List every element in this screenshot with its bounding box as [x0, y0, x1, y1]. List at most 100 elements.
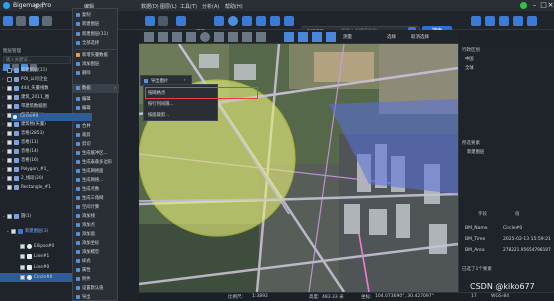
draw-point-icon[interactable]	[144, 32, 154, 42]
layer-checkbox[interactable]	[7, 140, 12, 145]
layer-search-input[interactable]: 输入关键词...	[3, 56, 71, 64]
menu-item-style[interactable]: 样式	[73, 257, 119, 266]
layer-checkbox[interactable]	[7, 77, 12, 82]
menu-item-new-vector[interactable]: 新增矢量数据	[73, 51, 119, 60]
menu-item-new-layer[interactable]: 新建图层	[73, 20, 119, 29]
layer-checkbox[interactable]	[7, 158, 12, 163]
screenshot-icon[interactable]	[485, 16, 495, 26]
menu-item-edit[interactable]: 编辑	[73, 95, 119, 104]
tree-row[interactable]: › Polygon_#1_	[0, 165, 74, 174]
layers-icon[interactable]	[284, 16, 294, 26]
tree-row[interactable]: › 音格(2853)	[0, 129, 74, 138]
redo-icon[interactable]	[298, 32, 308, 42]
menu-item-default[interactable]: 设置默认值	[73, 284, 119, 293]
tree-row[interactable]: › 建筑_2011_图	[0, 93, 74, 102]
menu-item-add-model[interactable]: 添加模型	[73, 248, 119, 257]
menu-tools[interactable]: 工具(T)	[180, 3, 197, 10]
tree-row[interactable]: ⌄ 圆(1)	[0, 212, 74, 221]
draw-text-icon[interactable]	[228, 32, 238, 42]
menu-help[interactable]: 帮助(H)	[225, 3, 243, 10]
cancel-select-label[interactable]: 取消选择	[411, 34, 429, 40]
terrain-icon[interactable]	[270, 16, 280, 26]
tree-row[interactable]: Circle#0	[0, 273, 74, 282]
layer-tool-icon[interactable]	[42, 16, 52, 26]
submenu-item-by-row-col[interactable]: 按行列间隔...	[148, 101, 174, 107]
layer-checkbox[interactable]	[7, 167, 12, 172]
draw-line-icon[interactable]	[158, 32, 168, 42]
layer-checkbox[interactable]	[7, 214, 12, 219]
tree-row[interactable]: Ellipse#0	[0, 242, 74, 251]
zoom-in-icon[interactable]	[176, 16, 186, 26]
select-label[interactable]: 选择	[387, 34, 396, 40]
menu-item-add-line[interactable]: 添加线	[73, 212, 119, 221]
tree-row[interactable]: › 音格(11)	[0, 138, 74, 147]
menu-layer[interactable]: 图层(L)	[160, 3, 177, 10]
layer-checkbox[interactable]	[7, 95, 12, 100]
settings-icon[interactable]	[527, 16, 537, 26]
fullscreen-icon[interactable]	[471, 16, 481, 26]
tree-row[interactable]: Line#1	[0, 252, 74, 261]
tree-row[interactable]: › 带建筑数据图	[0, 102, 74, 111]
layer-checkbox[interactable]	[20, 244, 25, 249]
attr-value[interactable]: 278221.95654798107	[503, 248, 551, 253]
layer-checkbox[interactable]	[7, 176, 12, 181]
attr-value[interactable]: Circle#0	[503, 226, 522, 231]
menu-item-spatial-calc[interactable]: 空间计算	[73, 203, 119, 212]
menu-item-properties[interactable]: 属性	[73, 266, 119, 275]
feature-layer-node[interactable]: 新建图层	[467, 149, 484, 155]
menu-item-add-coord[interactable]: 添加坐标	[73, 239, 119, 248]
layer-checkbox[interactable]	[7, 122, 12, 127]
pan-tool-icon[interactable]	[3, 16, 13, 26]
tree-row[interactable]: Line#0	[0, 263, 74, 272]
selected-feature-row[interactable]: Circle#0	[11, 113, 92, 121]
settings-gear-icon[interactable]	[29, 16, 39, 26]
arrow-tool-icon[interactable]	[16, 16, 26, 26]
print-icon[interactable]	[499, 16, 509, 26]
tree-row[interactable]: › 新建图层(11)	[0, 66, 74, 75]
menu-item-copy[interactable]: 复制	[73, 11, 119, 20]
layer-checkbox[interactable]	[20, 254, 25, 259]
layer-checkbox[interactable]	[11, 229, 16, 234]
draw-polygon-icon[interactable]	[172, 32, 182, 42]
draw-model-icon[interactable]	[256, 32, 266, 42]
admin-item-china[interactable]: 中国	[465, 56, 474, 62]
menu-item-voronoi[interactable]: 生成泰森多边形	[73, 158, 119, 167]
menu-item-delete[interactable]: 删除	[73, 69, 119, 78]
layer-checkbox[interactable]	[20, 265, 25, 270]
forward-icon[interactable]	[158, 16, 168, 26]
menu-item-edit-2[interactable]: 编辑	[73, 104, 119, 113]
globe-icon[interactable]	[228, 16, 238, 26]
menu-item-export[interactable]: 导出	[73, 293, 119, 301]
layer-checkbox[interactable]	[7, 149, 12, 154]
menu-item-data[interactable]: 数据 ›	[73, 84, 119, 93]
menu-item-merge[interactable]: 合并	[73, 122, 119, 131]
menu-item-grid-face[interactable]: 生成网格面	[73, 167, 119, 176]
tree-row[interactable]: › 2_线段(20)	[0, 174, 74, 183]
tree-row[interactable]: › POI_公司企业	[0, 75, 74, 84]
close-button[interactable]: ×	[546, 1, 554, 10]
undo-icon[interactable]	[284, 32, 294, 42]
tree-row[interactable]: ⌄ 新建图层(3)	[0, 227, 74, 236]
layer-checkbox[interactable]	[7, 131, 12, 136]
image-icon[interactable]	[256, 16, 266, 26]
menu-item-attachment[interactable]: 附件	[73, 275, 119, 284]
draw-rectangle-icon[interactable]	[186, 32, 196, 42]
save-icon[interactable]	[326, 32, 336, 42]
menu-data[interactable]: 数据(D)	[141, 3, 159, 10]
menu-item-tin[interactable]: 生成三角网	[73, 194, 119, 203]
draw-arrow-icon[interactable]	[242, 32, 252, 42]
menu-analysis[interactable]: 分析(A)	[202, 3, 219, 10]
admin-item-world[interactable]: 全球	[465, 65, 474, 71]
grid-icon[interactable]	[242, 16, 252, 26]
tree-row[interactable]: › 建筑物(矢量)	[0, 120, 74, 129]
menu-item-select-all[interactable]: 全部选择	[73, 39, 119, 48]
draw-ellipse-icon[interactable]	[214, 32, 224, 42]
layer-checkbox[interactable]	[20, 275, 25, 280]
map-type-icon[interactable]	[214, 16, 224, 26]
layer-checkbox[interactable]	[7, 86, 12, 91]
delete-icon[interactable]	[312, 32, 322, 42]
menu-item-grid[interactable]: 生成网格...	[73, 176, 119, 185]
measure-label[interactable]: 测量	[343, 34, 352, 40]
minimize-button[interactable]: –	[530, 1, 539, 10]
submenu-item-by-polygon[interactable]: 按面裁剪...	[148, 112, 169, 118]
